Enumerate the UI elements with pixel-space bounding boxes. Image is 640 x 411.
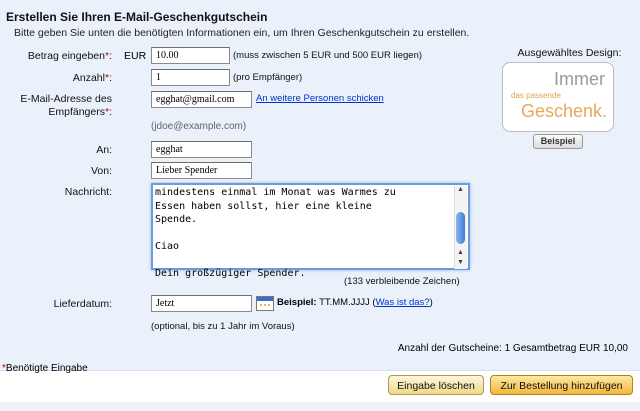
quantity-hint: (pro Empfänger) [233,72,303,83]
bottom-band [0,402,640,411]
what-is-this-link[interactable]: Was ist das? [376,297,430,308]
message-textarea[interactable]: mindestens einmal im Monat was Warmes zu… [151,183,470,279]
design-example-button[interactable]: Beispiel [533,134,583,149]
from-input[interactable]: Lieber Spender [151,162,252,179]
form-title: Erstellen Sie Ihren E-Mail-Geschenkgutsc… [6,10,268,24]
calendar-icon[interactable] [256,296,274,311]
design-label: Ausgewähltes Design: [517,47,622,59]
scroll-down-icon[interactable]: ▼ [457,259,464,266]
email-label: E-Mail-Adresse des Empfängers*: [20,93,112,118]
delivery-date-input[interactable]: Jetzt [151,295,252,312]
required-note: *Benötigte Eingabe [2,363,88,374]
scroll-up-icon-lower[interactable]: ▲ [457,249,464,256]
amount-input[interactable]: 10.00 [151,47,230,64]
message-label: Nachricht: [64,186,112,198]
delivery-label: Lieferdatum: [53,298,112,310]
date-format-example: Beispiel: TT.MM.JJJJ (Was ist das?) [277,297,433,308]
quantity-input[interactable]: 1 [151,69,230,86]
to-label: An: [96,144,112,156]
quantity-label: Anzahl*: [72,72,112,84]
scroll-up-icon[interactable]: ▲ [457,186,464,193]
from-label: Von: [90,165,112,177]
more-recipients-link[interactable]: An weitere Personen schicken [256,93,384,104]
email-example: (jdoe@example.com) [151,121,247,132]
design-text-geschenk: Geschenk. [520,101,607,121]
design-preview[interactable]: Immer das passende Geschenk. [502,62,614,132]
add-to-order-button[interactable]: Zur Bestellung hinzufügen [490,375,633,395]
delivery-note: (optional, bis zu 1 Jahr im Voraus) [151,321,295,332]
amount-hint: (muss zwischen 5 EUR und 500 EUR liegen) [233,50,423,61]
form-subtitle: Bitte geben Sie unten die benötigten Inf… [14,27,470,39]
order-summary: Anzahl der Gutscheine: 1 Gesamtbetrag EU… [397,343,628,354]
message-scrollbar[interactable]: ▲ ▲ ▼ [454,186,467,269]
scroll-thumb[interactable] [456,212,465,244]
remaining-characters: (133 verbleibende Zeichen) [344,276,460,287]
amount-label: Betrag eingeben*: [27,50,112,62]
design-text-immer: Immer [554,69,605,89]
currency-label: EUR [124,50,147,62]
message-text: mindestens einmal im Monat was Warmes zu… [155,187,396,279]
design-text-das-passende: das passende [511,91,561,100]
to-input[interactable]: egghat [151,141,252,158]
recipient-email-input[interactable]: egghat@gmail.com [151,91,252,108]
reset-button[interactable]: Eingabe löschen [388,375,484,395]
